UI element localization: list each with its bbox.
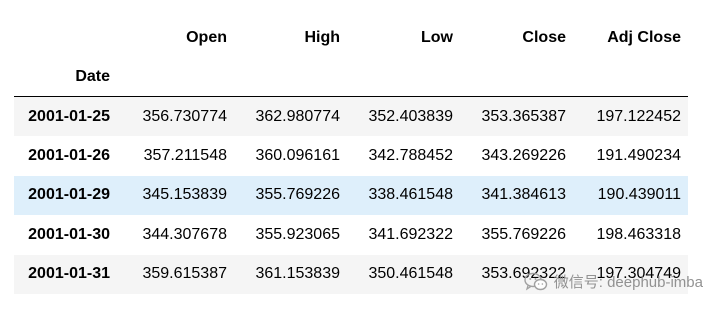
cell-adj-close: 198.463318 — [596, 225, 681, 243]
dataframe-table-container: Open High Low Close Adj Close Date 2001-… — [14, 18, 688, 294]
cell-open: 345.153839 — [142, 186, 227, 204]
cell-open: 356.730774 — [142, 107, 227, 125]
cell-adj-close: 190.439011 — [597, 186, 681, 204]
cell-close: 343.269226 — [481, 146, 566, 164]
cell-adj-close: 191.490234 — [596, 146, 681, 164]
column-header-row: Open High Low Close Adj Close — [14, 18, 688, 58]
cell-open: 344.307678 — [142, 225, 227, 243]
cell-close: 341.384613 — [481, 186, 566, 204]
table-row: 2001-01-26 357.211548 360.096161 342.788… — [14, 136, 688, 176]
cell-open: 357.211548 — [143, 146, 227, 164]
watermark: 微信号: deephub-imba — [524, 271, 703, 292]
cell-open: 359.615387 — [142, 265, 227, 283]
cell-low: 341.692322 — [368, 225, 453, 243]
cell-adj-close: 197.122452 — [596, 107, 681, 125]
column-header-close: Close — [522, 29, 566, 46]
cell-high: 361.153839 — [255, 265, 340, 283]
cell-high: 362.980774 — [255, 107, 340, 125]
column-header-low: Low — [421, 29, 453, 46]
row-index-date: 2001-01-29 — [28, 186, 110, 204]
dataframe-table: Open High Low Close Adj Close Date 2001-… — [14, 18, 688, 294]
cell-high: 355.769226 — [255, 186, 340, 204]
table-row: 2001-01-30 344.307678 355.923065 341.692… — [14, 215, 688, 255]
cell-high: 355.923065 — [255, 225, 340, 243]
wechat-icon — [524, 272, 548, 292]
cell-low: 342.788452 — [368, 146, 453, 164]
column-header-open: Open — [186, 29, 227, 46]
watermark-text: 微信号: deephub-imba — [553, 274, 703, 291]
cell-low: 352.403839 — [368, 107, 453, 125]
column-header-high: High — [304, 29, 340, 46]
index-header-row: Date — [14, 58, 688, 97]
cell-close: 353.365387 — [481, 107, 566, 125]
column-header-adj-close: Adj Close — [607, 29, 681, 46]
cell-high: 360.096161 — [255, 146, 340, 164]
index-name-date: Date — [14, 58, 117, 97]
cell-low: 338.461548 — [368, 186, 453, 204]
row-index-date: 2001-01-31 — [28, 265, 110, 283]
table-row-highlighted: 2001-01-29 345.153839 355.769226 338.461… — [14, 175, 688, 215]
row-index-date: 2001-01-25 — [28, 107, 110, 125]
cell-low: 350.461548 — [368, 265, 453, 283]
table-row: 2001-01-25 356.730774 362.980774 352.403… — [14, 96, 688, 136]
row-index-date: 2001-01-26 — [28, 146, 110, 164]
corner-cell — [14, 18, 117, 58]
cell-close: 355.769226 — [481, 225, 566, 243]
row-index-date: 2001-01-30 — [28, 225, 110, 243]
